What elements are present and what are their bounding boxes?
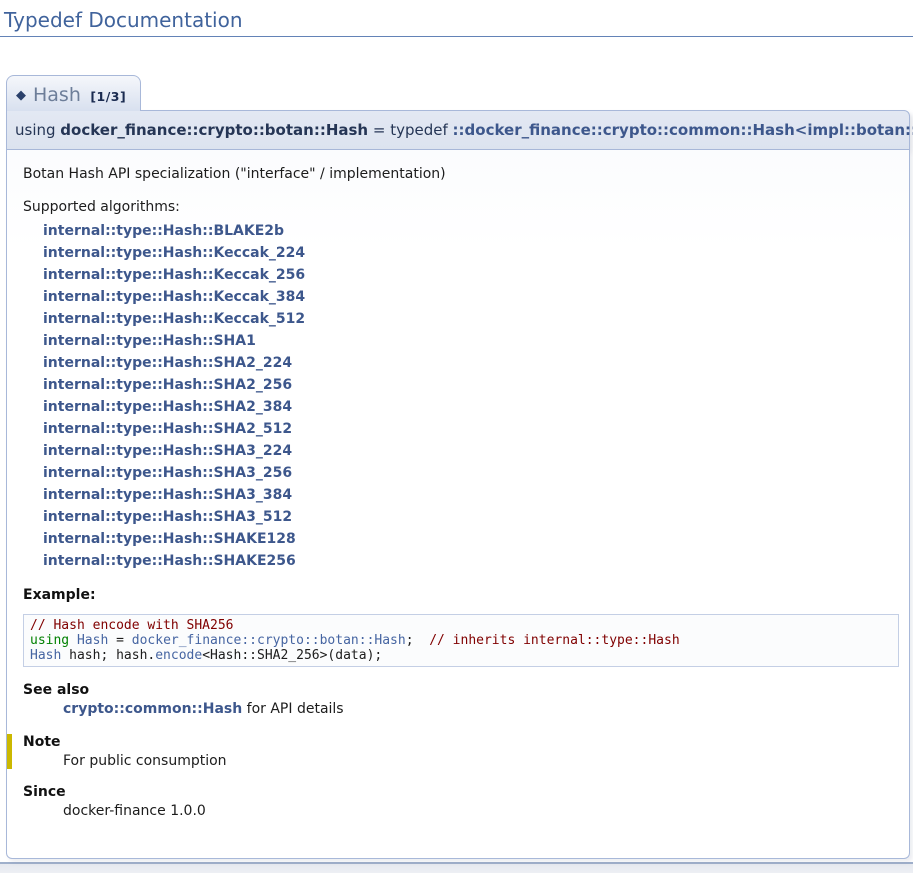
- permalink-diamond-icon[interactable]: ◆: [16, 88, 26, 103]
- member-prototype: using docker_finance::crypto::botan::Has…: [6, 110, 910, 150]
- supported-algorithms-label: Supported algorithms:: [23, 199, 899, 215]
- code-link-botan-hash[interactable]: docker_finance::crypto::botan::Hash: [132, 633, 406, 648]
- algorithm-link[interactable]: internal::type::Hash::SHA2_384: [43, 396, 899, 418]
- member-item: using docker_finance::crypto::botan::Has…: [6, 110, 910, 859]
- proto-target-type-link[interactable]: ::docker_finance::crypto::common::Hash<i…: [453, 121, 913, 139]
- since-section: Since docker-finance 1.0.0: [23, 784, 899, 819]
- member-name: Hash: [33, 84, 81, 106]
- algorithm-link[interactable]: internal::type::Hash::BLAKE2b: [43, 220, 899, 242]
- algorithm-link[interactable]: internal::type::Hash::SHA3_224: [43, 440, 899, 462]
- code-link-hash[interactable]: Hash: [77, 633, 108, 648]
- algorithm-link[interactable]: internal::type::Hash::SHA3_512: [43, 506, 899, 528]
- algorithm-link[interactable]: internal::type::Hash::Keccak_384: [43, 286, 899, 308]
- algorithm-link[interactable]: internal::type::Hash::SHA2_224: [43, 352, 899, 374]
- proto-using-keyword: using: [15, 121, 60, 139]
- see-also-section: See also crypto::common::Hash for API de…: [23, 682, 899, 717]
- member-tab-hash[interactable]: ◆ Hash [1/3]: [6, 75, 141, 111]
- proto-equals-typedef: = typedef: [368, 121, 452, 139]
- see-also-text: for API details: [242, 701, 343, 717]
- code-link-encode[interactable]: encode: [155, 648, 202, 663]
- algorithm-link[interactable]: internal::type::Hash::Keccak_256: [43, 264, 899, 286]
- algorithm-link[interactable]: internal::type::Hash::SHA3_256: [43, 462, 899, 484]
- code-link-hash-type[interactable]: Hash: [30, 648, 61, 663]
- code-block: // Hash encode with SHA256 using Hash = …: [23, 614, 899, 667]
- member-overload-index: [1/3]: [90, 89, 126, 104]
- see-also-label: See also: [23, 682, 899, 698]
- algorithm-link[interactable]: internal::type::Hash::SHA2_256: [43, 374, 899, 396]
- member-documentation: Botan Hash API specialization ("interfac…: [6, 150, 910, 859]
- since-text: docker-finance 1.0.0: [63, 803, 899, 819]
- algorithm-link[interactable]: internal::type::Hash::Keccak_512: [43, 308, 899, 330]
- code-line-3: Hash hash; hash.encode<Hash::SHA2_256>(d…: [30, 648, 892, 663]
- footer-divider: [0, 862, 913, 873]
- proto-typedef-name: docker_finance::crypto::botan::Hash: [60, 121, 368, 139]
- see-also-link[interactable]: crypto::common::Hash: [63, 701, 242, 717]
- brief-description: Botan Hash API specialization ("interfac…: [23, 166, 899, 182]
- since-label: Since: [23, 784, 899, 800]
- algorithm-link[interactable]: internal::type::Hash::SHAKE128: [43, 528, 899, 550]
- example-label: Example:: [23, 587, 899, 603]
- code-line-1: // Hash encode with SHA256: [30, 618, 892, 633]
- note-section: Note For public consumption: [7, 734, 899, 769]
- code-line-2: using Hash = docker_finance::crypto::bot…: [30, 633, 892, 648]
- algorithm-link[interactable]: internal::type::Hash::SHA3_384: [43, 484, 899, 506]
- algorithm-link[interactable]: internal::type::Hash::SHA2_512: [43, 418, 899, 440]
- algorithm-link[interactable]: internal::type::Hash::Keccak_224: [43, 242, 899, 264]
- example-section: Example: // Hash encode with SHA256 usin…: [23, 587, 899, 667]
- note-text: For public consumption: [63, 753, 899, 769]
- algorithm-link[interactable]: internal::type::Hash::SHA1: [43, 330, 899, 352]
- note-label: Note: [23, 734, 899, 750]
- algorithm-link-list: internal::type::Hash::BLAKE2binternal::t…: [43, 220, 899, 572]
- algorithm-link[interactable]: internal::type::Hash::SHAKE256: [43, 550, 899, 572]
- page-title: Typedef Documentation: [0, 0, 913, 37]
